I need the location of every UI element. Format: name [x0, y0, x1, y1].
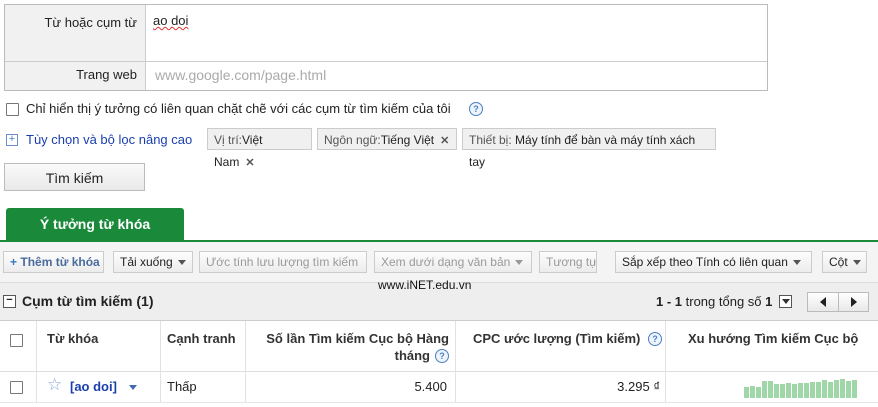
view-as-text-button[interactable]: Xem dưới dạng văn bản — [374, 251, 532, 273]
trend-bar — [762, 381, 767, 398]
download-label: Tải xuống — [120, 255, 173, 269]
col-trend[interactable]: Xu hướng Tìm kiếm Cục bộ — [688, 331, 858, 346]
keyword-link[interactable]: [ao doi] — [70, 379, 117, 394]
pagination-info: 1 - 1 trong tổng số 1 — [656, 294, 772, 309]
keyword-input-value: ao doi — [153, 13, 189, 28]
trend-bar — [780, 384, 785, 398]
select-all-checkbox[interactable] — [10, 334, 23, 347]
col-cpc[interactable]: CPC ước lượng (Tìm kiếm) — [473, 331, 640, 346]
remove-icon[interactable]: ✕ — [440, 135, 449, 147]
trend-bar — [810, 382, 815, 398]
plus-icon: + — [10, 255, 18, 269]
keyword-input[interactable]: ao doi — [146, 5, 767, 61]
columns-dropdown[interactable]: Cột — [822, 251, 867, 273]
website-input[interactable]: www.google.com/page.html — [146, 62, 767, 90]
pagination-range: 1 - 1 — [656, 294, 683, 309]
trend-bar — [804, 383, 809, 398]
close-match-label: Chỉ hiển thị ý tưởng có liên quan chặt c… — [26, 101, 451, 116]
collapse-icon[interactable]: − — [3, 295, 16, 308]
chevron-down-icon — [515, 260, 524, 266]
trend-bar — [798, 383, 803, 398]
filter-value: Tiếng Việt — [380, 133, 435, 147]
trend-bar — [834, 380, 839, 398]
watermark: www.iNET.edu.vn — [378, 278, 472, 292]
row-checkbox[interactable] — [10, 381, 23, 394]
keyword-label: Từ hoặc cụm từ — [44, 15, 137, 30]
local-searches-value: 5.400 — [414, 379, 447, 394]
divider — [245, 321, 246, 402]
chevron-down-icon — [782, 299, 790, 304]
trend-bar — [846, 381, 851, 398]
filter-chip-location[interactable]: Vị trí:Việt Nam ✕ — [207, 128, 312, 169]
divider — [665, 321, 666, 402]
add-keyword-label: Thêm từ khóa — [20, 255, 100, 269]
col-local-searches-line2: tháng — [394, 348, 430, 363]
sort-label: Sắp xếp theo Tính có liên quan — [622, 255, 788, 269]
similar-button[interactable]: Tương tự — [539, 251, 597, 273]
search-button[interactable]: Tìm kiếm — [4, 163, 145, 191]
filter-prefix: Ngôn ngữ: — [324, 133, 381, 147]
close-match-checkbox[interactable] — [6, 103, 19, 116]
download-button[interactable]: Tải xuống — [113, 251, 193, 273]
help-icon[interactable]: ? — [469, 102, 483, 116]
arrow-left-icon — [820, 297, 826, 307]
trend-bar — [756, 387, 761, 398]
filter-chip-language[interactable]: Ngôn ngữ:Tiếng Việt ✕ — [317, 128, 457, 150]
add-keyword-button[interactable]: + Thêm từ khóa — [3, 251, 104, 273]
next-page-button[interactable] — [839, 293, 869, 311]
trend-bar — [828, 382, 833, 398]
trend-bar — [768, 381, 773, 398]
pagination-of: trong tổng số — [685, 294, 762, 309]
help-icon[interactable]: ? — [648, 332, 662, 346]
trend-bar — [822, 380, 827, 398]
filter-prefix: Vị trí: — [214, 133, 243, 147]
divider — [160, 321, 161, 402]
website-placeholder: www.google.com/page.html — [155, 67, 327, 83]
competition-value: Thấp — [167, 379, 197, 394]
divider — [36, 321, 37, 402]
sort-dropdown[interactable]: Sắp xếp theo Tính có liên quan — [615, 251, 812, 273]
toolbar: + Thêm từ khóa Tải xuống Ước tính lưu lư… — [0, 242, 878, 283]
chevron-down-icon — [852, 260, 861, 266]
columns-label: Cột — [829, 255, 848, 269]
chevron-down-icon — [792, 260, 801, 266]
tab-keyword-ideas[interactable]: Ý tưởng từ khóa — [6, 208, 184, 241]
group-title: Cụm từ tìm kiếm (1) — [22, 293, 154, 309]
trend-bar — [786, 383, 791, 398]
col-competition[interactable]: Cạnh tranh — [167, 331, 236, 346]
estimate-traffic-button[interactable]: Ước tính lưu lượng tìm kiếm — [199, 251, 367, 273]
table-header: Từ khóa Cạnh tranh Số lần Tìm kiếm Cục b… — [0, 321, 878, 372]
view-as-text-label: Xem dưới dạng văn bản — [381, 255, 511, 269]
website-label: Trang web — [76, 67, 137, 82]
prev-page-button[interactable] — [808, 293, 838, 311]
table-row: ☆ [ao doi] Thấp 5.400 3.295 ₫ — [0, 372, 878, 403]
filter-chip-device[interactable]: Thiết bị: Máy tính để bàn và máy tính xá… — [462, 128, 716, 169]
remove-icon[interactable]: ✕ — [245, 157, 254, 169]
arrow-right-icon — [851, 297, 857, 307]
advanced-options-link[interactable]: Tùy chọn và bộ lọc nâng cao — [26, 132, 192, 147]
trend-chart — [744, 372, 857, 402]
star-icon[interactable]: ☆ — [47, 376, 62, 394]
chevron-down-icon — [177, 260, 186, 266]
trend-bar — [750, 386, 755, 398]
col-local-searches[interactable]: Số lần Tìm kiếm Cục bộ Hàng — [252, 331, 449, 346]
trend-bar — [774, 384, 779, 398]
trend-bar — [852, 380, 857, 398]
cpc-value: 3.295 ₫ — [617, 379, 660, 394]
filter-prefix: Thiết bị: — [469, 133, 516, 147]
expand-icon[interactable]: + — [6, 134, 18, 146]
col-keyword[interactable]: Từ khóa — [47, 331, 98, 346]
chevron-down-icon[interactable] — [129, 385, 137, 390]
pagination-total: 1 — [765, 294, 773, 309]
pager — [807, 292, 869, 312]
page-select[interactable] — [779, 295, 792, 308]
trend-bar — [792, 384, 797, 398]
trend-bar — [816, 382, 821, 398]
trend-bar — [840, 379, 845, 398]
trend-bar — [744, 387, 749, 398]
search-form: Từ hoặc cụm từ Trang web ao doi www.goog… — [4, 4, 768, 91]
divider — [455, 321, 456, 402]
help-icon[interactable]: ? — [435, 349, 449, 363]
